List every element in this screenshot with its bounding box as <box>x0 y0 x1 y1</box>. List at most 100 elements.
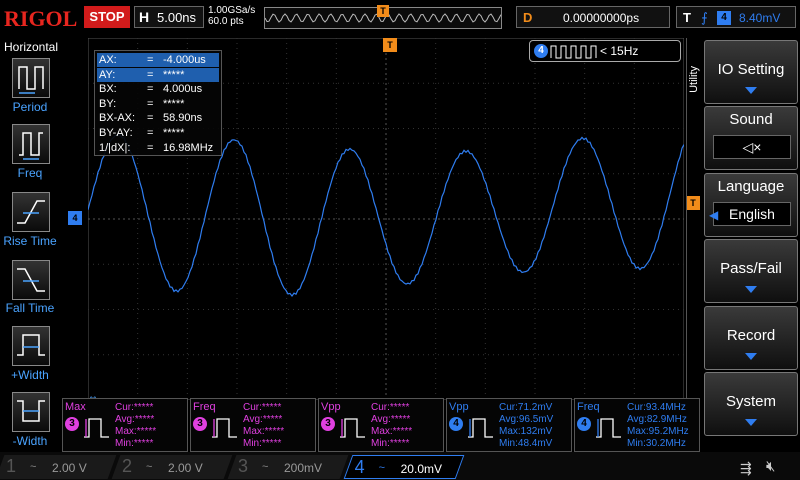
run-stop-button[interactable]: STOP <box>84 6 130 28</box>
cursor-equals: = <box>147 83 154 96</box>
channel-scale: 20.0mV <box>400 462 442 476</box>
measurement-item[interactable]: Vpp 4 Cur:71.2mV Avg:96.5mV Max:132mV Min:48.… <box>446 398 572 452</box>
channel-number: 2 <box>122 456 133 476</box>
positive-width-icon <box>17 334 45 356</box>
trigger-position-marker: T <box>377 5 389 17</box>
cursor-key: BX-AX: <box>99 112 136 125</box>
channel-coupling: ~ <box>262 461 269 473</box>
horizontal-measure-panel: Horizontal Period Freq Rise Time Fall Ti… <box>0 38 60 452</box>
channel-2-status[interactable]: 2 ~2.00 V <box>111 455 233 479</box>
sample-rate: 1.00GSa/s <box>208 5 256 16</box>
language-value[interactable]: English <box>713 201 791 226</box>
period-button[interactable] <box>12 58 50 98</box>
measurement-stat: Min:48.4mV <box>499 438 553 449</box>
ch4-offset-marker[interactable]: 4 <box>68 211 82 225</box>
speaker-mute-icon: ◁× <box>742 139 762 156</box>
measurement-channel-badge: 3 <box>321 417 335 431</box>
measurement-stat: Avg:96.5mV <box>499 414 554 425</box>
delay-value: 0.00000000ps <box>563 11 640 25</box>
measurement-stat: Avg:***** <box>243 414 283 425</box>
channel-coupling: ~ <box>378 462 386 474</box>
measurement-waveform-icon <box>596 418 621 438</box>
channel-1-status[interactable]: 1 ~2.00 V <box>0 455 117 479</box>
pass-fail-label: Pass/Fail <box>720 260 782 278</box>
negative-width-label: -Width <box>12 434 48 448</box>
cursor-row: BX-AX: = 58.90ns <box>97 111 219 125</box>
measurement-stat: Cur:***** <box>371 402 410 413</box>
record-label: Record <box>726 326 776 344</box>
utility-label: Utility <box>688 66 700 93</box>
cursor-equals: = <box>147 127 154 139</box>
fall-time-icon <box>17 268 45 292</box>
rise-time-icon <box>17 200 45 224</box>
rising-edge-icon: ⨍ <box>701 10 708 25</box>
frequency-counter[interactable]: 4 < 15Hz <box>529 40 681 62</box>
sound-menu-item[interactable]: Sound ◁× <box>704 106 798 171</box>
timebase-value: 5.00ns <box>157 10 197 25</box>
cursor-readout-table: AX: = -4.000us AY: = ***** BX: = 4.000us BY: = ****… <box>94 50 222 156</box>
horizontal-timebase[interactable]: H 5.00ns <box>134 6 204 28</box>
measurement-stat: Avg:82.9MHz <box>627 414 687 425</box>
measurement-channel-badge: 4 <box>577 417 591 431</box>
rise-time-button[interactable] <box>12 192 50 232</box>
measurement-stat: Cur:***** <box>115 402 154 413</box>
measurement-stat: Cur:93.4MHz <box>627 402 686 413</box>
measurement-channel-badge: 3 <box>65 417 79 431</box>
counter-channel-badge: 4 <box>534 44 548 58</box>
measurement-waveform-icon <box>340 418 365 438</box>
measurement-bar: Max 3 Cur:***** Avg:***** Max:***** Min:*****… <box>60 398 700 452</box>
cursor-row: BY-AY: = ***** <box>97 126 219 140</box>
channel-coupling: ~ <box>30 461 37 473</box>
cursor-value: 58.90ns <box>163 112 203 125</box>
sound-label: Sound <box>729 111 773 129</box>
measurement-item[interactable]: Freq 3 Cur:***** Avg:***** Max:***** Min:****… <box>190 398 316 452</box>
speaker-mute-icon[interactable]: 🔇︎ <box>766 458 775 475</box>
top-bar: RIGOL STOP H 5.00ns 1.00GSa/s 60.0 pts T… <box>0 0 800 36</box>
measurement-item[interactable]: Max 3 Cur:***** Avg:***** Max:***** Min:***** <box>62 398 188 452</box>
horizontal-label: H <box>139 9 150 25</box>
measurement-waveform-icon <box>84 418 109 438</box>
cursor-value: 16.98MHz <box>163 141 214 154</box>
measurement-stat: Max:***** <box>243 426 285 437</box>
language-left-arrow-icon[interactable]: ◀ <box>709 208 718 222</box>
channel-3-status[interactable]: 3 ~200mV <box>227 455 349 479</box>
cursor-row: BY: = ***** <box>97 97 219 111</box>
measurement-stat: Cur:***** <box>243 402 282 413</box>
negative-width-icon <box>17 400 45 422</box>
record-menu-item[interactable]: Record <box>704 305 798 370</box>
panel-title: Horizontal <box>4 40 59 54</box>
pass-fail-menu-item[interactable]: Pass/Fail <box>704 239 798 304</box>
negative-width-button[interactable] <box>12 392 50 432</box>
cursor-equals: = <box>147 68 154 81</box>
positive-width-button[interactable] <box>12 326 50 366</box>
measurement-stat: Max:***** <box>371 426 413 437</box>
measurement-item[interactable]: Freq 4 Cur:93.4MHz Avg:82.9MHz Max:95.2MHz Mi… <box>574 398 700 452</box>
system-menu-item[interactable]: System <box>704 372 798 436</box>
delay-label: D <box>523 10 533 25</box>
acquisition-info: 1.00GSa/s 60.0 pts <box>208 5 255 27</box>
trigger-box[interactable]: T ⨍ 4 8.40mV <box>676 6 796 28</box>
io-setting-menu-item[interactable]: IO Setting <box>704 40 798 104</box>
cursor-value: ***** <box>163 97 185 110</box>
fall-time-button[interactable] <box>12 260 50 300</box>
utility-tab[interactable]: Utility <box>686 38 702 452</box>
delay-box[interactable]: D 0.00000000ps <box>516 6 670 28</box>
cursor-key: AY: <box>99 68 116 81</box>
system-label: System <box>725 393 776 410</box>
cursor-key: AX: <box>99 54 117 66</box>
language-menu-item[interactable]: Language English ◀ <box>704 172 798 237</box>
cursor-key: BY-AY: <box>99 127 133 139</box>
chevron-down-icon <box>745 419 757 426</box>
cursor-key: 1/|dX|: <box>99 141 131 154</box>
channel-4-status[interactable]: 4 ~20.0mV <box>343 455 465 479</box>
measurement-stat: Min:30.2MHz <box>627 438 686 449</box>
sound-toggle[interactable]: ◁× <box>713 135 791 160</box>
channel-scale: 2.00 V <box>52 461 87 475</box>
measurement-item[interactable]: Vpp 3 Cur:***** Avg:***** Max:***** Min:***** <box>318 398 444 452</box>
measurement-stat: Max:132mV <box>499 426 553 437</box>
chevron-down-icon <box>745 352 757 360</box>
cursor-value: -4.000us <box>163 54 206 66</box>
frequency-button[interactable] <box>12 124 50 164</box>
utility-menu: IO Setting Sound ◁× Language English ◀ Pass/Fa… <box>704 38 800 452</box>
time-origin-marker[interactable]: T <box>383 38 397 52</box>
